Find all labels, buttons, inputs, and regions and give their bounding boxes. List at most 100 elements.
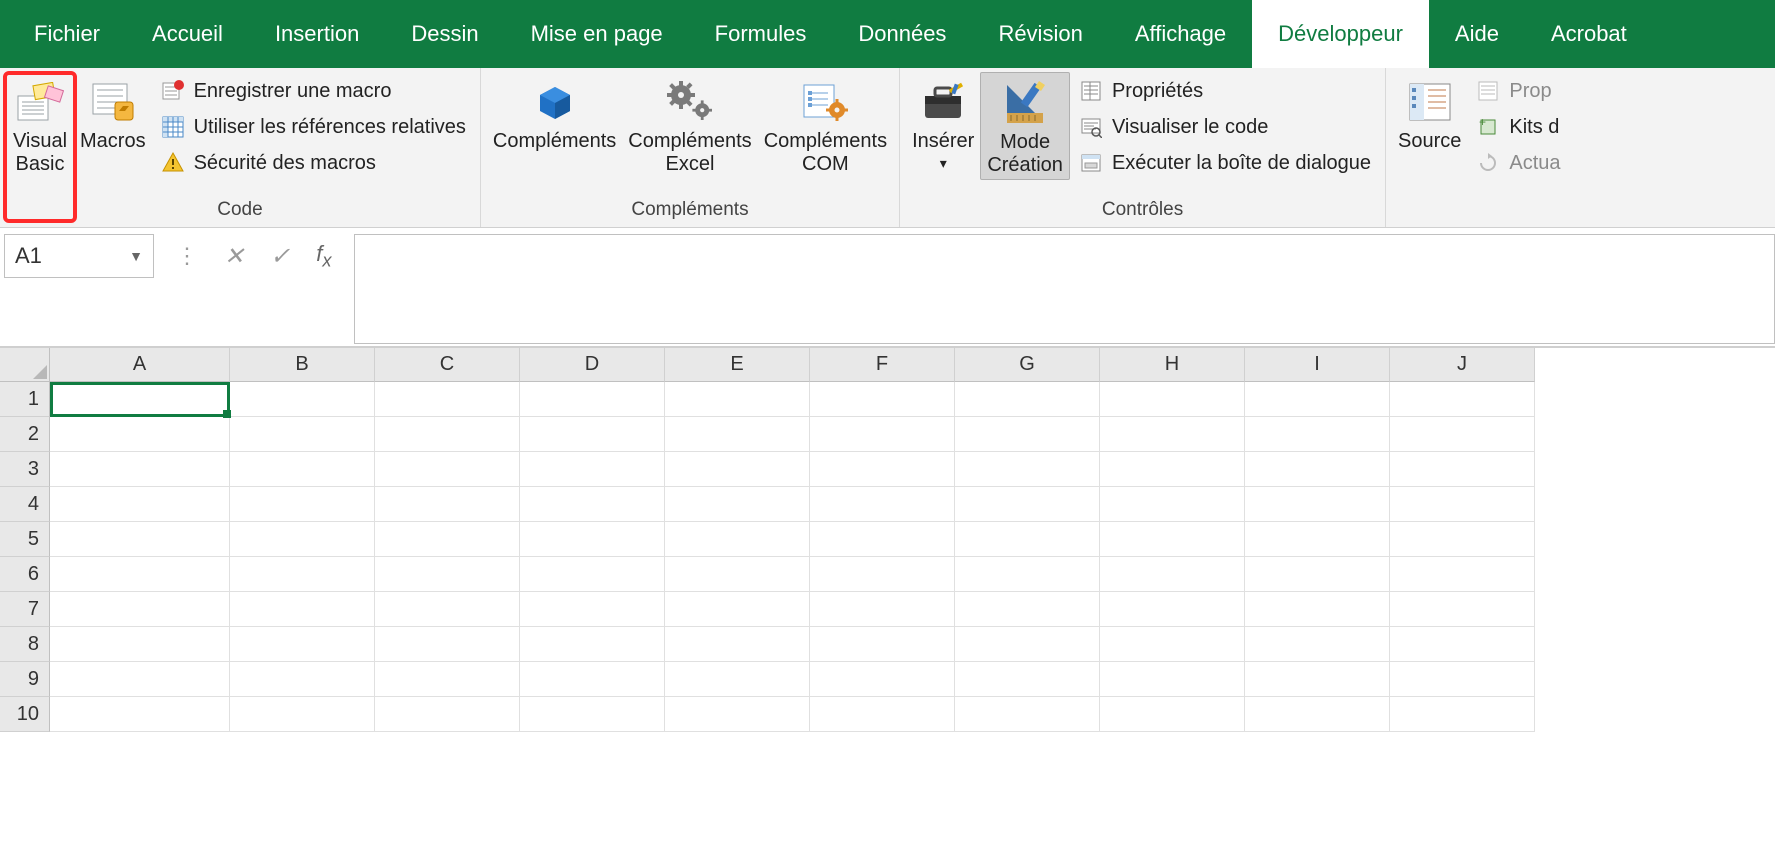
visual-basic-button[interactable]: Visual Basic (6, 72, 74, 178)
map-properties-button[interactable]: Prop (1471, 76, 1564, 106)
cell[interactable] (1100, 697, 1245, 732)
insert-control-button[interactable]: Insérer ▾ (906, 72, 980, 173)
cell[interactable] (810, 557, 955, 592)
cell[interactable] (1245, 487, 1390, 522)
row-header-7[interactable]: 7 (0, 592, 50, 627)
cell[interactable] (50, 592, 230, 627)
cell[interactable] (1100, 452, 1245, 487)
cell[interactable] (1390, 557, 1535, 592)
cell[interactable] (230, 382, 375, 417)
cell[interactable] (375, 452, 520, 487)
cell[interactable] (50, 627, 230, 662)
tab-insertion[interactable]: Insertion (249, 0, 385, 68)
cell[interactable] (50, 487, 230, 522)
cell[interactable] (520, 627, 665, 662)
excel-addins-button[interactable]: Compléments Excel (622, 72, 757, 178)
cell[interactable] (955, 557, 1100, 592)
row-header-3[interactable]: 3 (0, 452, 50, 487)
cell[interactable] (665, 627, 810, 662)
formula-bar-options-icon[interactable] (176, 243, 198, 269)
cell[interactable] (1245, 522, 1390, 557)
properties-button[interactable]: Propriétés (1074, 76, 1375, 106)
cell[interactable] (665, 557, 810, 592)
cell[interactable] (955, 522, 1100, 557)
tab-fichier[interactable]: Fichier (8, 0, 126, 68)
cell[interactable] (1390, 697, 1535, 732)
cell[interactable] (665, 417, 810, 452)
tab-donnees[interactable]: Données (832, 0, 972, 68)
cell[interactable] (520, 487, 665, 522)
cancel-icon[interactable]: ✕ (224, 242, 244, 271)
cell[interactable] (520, 452, 665, 487)
macros-button[interactable]: Macros (74, 72, 152, 155)
col-header-i[interactable]: I (1245, 348, 1390, 382)
cell[interactable] (810, 417, 955, 452)
tab-affichage[interactable]: Affichage (1109, 0, 1252, 68)
cell[interactable] (520, 522, 665, 557)
cell[interactable] (1245, 382, 1390, 417)
cells-area[interactable] (50, 382, 1775, 732)
tab-mise-en-page[interactable]: Mise en page (505, 0, 689, 68)
addins-button[interactable]: Compléments (487, 72, 622, 178)
cell[interactable] (375, 487, 520, 522)
cell[interactable] (810, 592, 955, 627)
cell[interactable] (955, 382, 1100, 417)
col-header-f[interactable]: F (810, 348, 955, 382)
row-header-10[interactable]: 10 (0, 697, 50, 732)
cell[interactable] (1390, 487, 1535, 522)
cell[interactable] (230, 522, 375, 557)
cell[interactable] (1390, 382, 1535, 417)
cell[interactable] (955, 452, 1100, 487)
tab-revision[interactable]: Révision (972, 0, 1108, 68)
row-header-9[interactable]: 9 (0, 662, 50, 697)
cell[interactable] (955, 662, 1100, 697)
tab-accueil[interactable]: Accueil (126, 0, 249, 68)
col-header-d[interactable]: D (520, 348, 665, 382)
cell[interactable] (665, 452, 810, 487)
expansion-kits-button[interactable]: + Kits d (1471, 112, 1564, 142)
cell[interactable] (375, 662, 520, 697)
col-header-h[interactable]: H (1100, 348, 1245, 382)
cell[interactable] (665, 487, 810, 522)
macro-security-button[interactable]: Sécurité des macros (156, 148, 470, 178)
cell[interactable] (1100, 417, 1245, 452)
cell[interactable] (375, 417, 520, 452)
cell[interactable] (230, 452, 375, 487)
accept-icon[interactable]: ✓ (270, 242, 290, 271)
cell[interactable] (1100, 662, 1245, 697)
cell[interactable] (230, 697, 375, 732)
run-dialog-button[interactable]: Exécuter la boîte de dialogue (1074, 148, 1375, 178)
xml-source-button[interactable]: Source (1392, 72, 1467, 178)
cell[interactable] (810, 627, 955, 662)
cell[interactable] (520, 662, 665, 697)
col-header-j[interactable]: J (1390, 348, 1535, 382)
cell[interactable] (955, 487, 1100, 522)
col-header-c[interactable]: C (375, 348, 520, 382)
cell[interactable] (1390, 662, 1535, 697)
cell[interactable] (50, 697, 230, 732)
cell[interactable] (810, 662, 955, 697)
col-header-a[interactable]: A (50, 348, 230, 382)
cell[interactable] (810, 522, 955, 557)
cell[interactable] (1390, 417, 1535, 452)
com-addins-button[interactable]: Compléments COM (758, 72, 893, 178)
cell[interactable] (50, 382, 230, 417)
cell[interactable] (1245, 417, 1390, 452)
cell[interactable] (1390, 522, 1535, 557)
row-header-1[interactable]: 1 (0, 382, 50, 417)
cell[interactable] (50, 417, 230, 452)
cell[interactable] (955, 592, 1100, 627)
record-macro-button[interactable]: Enregistrer une macro (156, 76, 470, 106)
relative-refs-button[interactable]: Utiliser les références relatives (156, 112, 470, 142)
cell[interactable] (1100, 522, 1245, 557)
col-header-b[interactable]: B (230, 348, 375, 382)
cell[interactable] (810, 382, 955, 417)
cell[interactable] (50, 522, 230, 557)
cell[interactable] (1390, 592, 1535, 627)
tab-dessin[interactable]: Dessin (385, 0, 504, 68)
cell[interactable] (1245, 452, 1390, 487)
chevron-down-icon[interactable]: ▼ (129, 248, 143, 264)
tab-aide[interactable]: Aide (1429, 0, 1525, 68)
cell[interactable] (230, 592, 375, 627)
cell[interactable] (665, 697, 810, 732)
